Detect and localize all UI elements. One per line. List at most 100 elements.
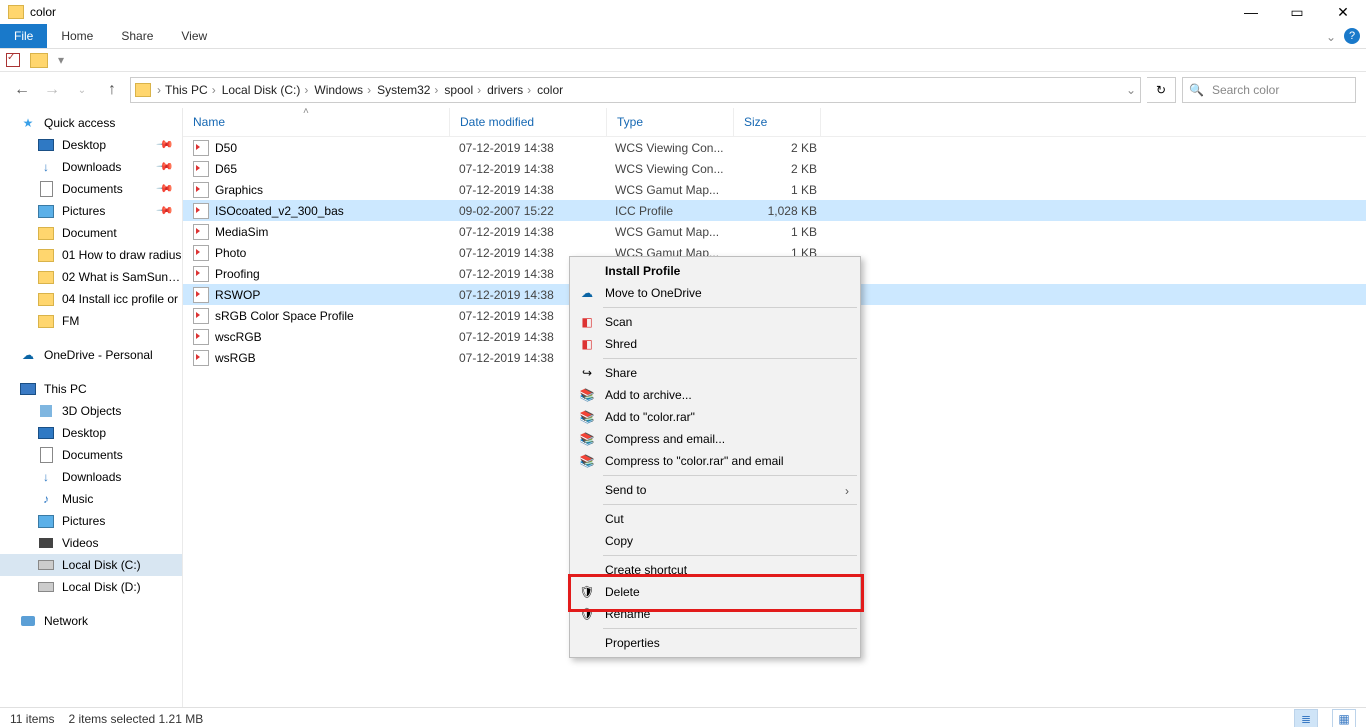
submenu-arrow-icon: ›: [845, 484, 849, 498]
folder-icon: [38, 225, 54, 241]
col-type[interactable]: Type: [607, 108, 734, 136]
search-input[interactable]: [1210, 82, 1349, 98]
nav-folder-fm[interactable]: FM: [0, 310, 182, 332]
file-row[interactable]: D6507-12-2019 14:38WCS Viewing Con...2 K…: [183, 158, 1366, 179]
search-box[interactable]: 🔍: [1182, 77, 1356, 103]
nav-downloads-pc[interactable]: Downloads: [0, 466, 182, 488]
nav-network[interactable]: Network: [0, 610, 182, 632]
breadcrumb-item[interactable]: This PC›: [163, 83, 218, 97]
qat-newfolder-icon[interactable]: [30, 53, 48, 68]
archive-icon: 📚: [579, 453, 595, 469]
nav-folder-document[interactable]: Document: [0, 222, 182, 244]
address-dropdown-icon[interactable]: ⌄: [1126, 83, 1136, 97]
col-name[interactable]: Name˄: [183, 108, 450, 136]
view-large-icons-button[interactable]: ▦: [1332, 709, 1356, 727]
nav-cdrive[interactable]: Local Disk (C:): [0, 554, 182, 576]
ctx-compress-colorrar-email[interactable]: 📚Compress to "color.rar" and email: [571, 450, 859, 472]
col-date[interactable]: Date modified: [450, 108, 607, 136]
file-icon: [193, 287, 209, 303]
shield-icon: ◧: [579, 336, 595, 352]
star-icon: [20, 115, 36, 131]
ctx-properties[interactable]: Properties: [571, 632, 859, 654]
tab-home[interactable]: Home: [47, 24, 107, 48]
minimize-button[interactable]: —: [1228, 0, 1274, 24]
ctx-move-onedrive[interactable]: ☁Move to OneDrive: [571, 282, 859, 304]
qat-properties-icon[interactable]: [6, 53, 20, 67]
file-type: ICC Profile: [605, 204, 731, 218]
file-name: Proofing: [215, 267, 260, 281]
nav-documents[interactable]: Documents📌: [0, 178, 182, 200]
breadcrumb-item[interactable]: drivers›: [485, 83, 533, 97]
ctx-add-archive[interactable]: 📚Add to archive...: [571, 384, 859, 406]
close-button[interactable]: ✕: [1320, 0, 1366, 24]
nav-folder-02[interactable]: 02 What is SamSung c: [0, 266, 182, 288]
nav-recent-dropdown[interactable]: ⌄: [70, 78, 94, 102]
drive-icon: [38, 557, 54, 573]
ctx-shred[interactable]: ◧Shred: [571, 333, 859, 355]
address-chevron-icon[interactable]: ›: [157, 83, 161, 97]
file-row[interactable]: D5007-12-2019 14:38WCS Viewing Con...2 K…: [183, 137, 1366, 158]
ctx-scan[interactable]: ◧Scan: [571, 311, 859, 333]
nav-folder-01[interactable]: 01 How to draw radius: [0, 244, 182, 266]
nav-quick-access[interactable]: Quick access: [0, 112, 182, 134]
col-size[interactable]: Size: [734, 108, 821, 136]
file-icon: [193, 350, 209, 366]
nav-desktop[interactable]: Desktop📌: [0, 134, 182, 156]
view-details-button[interactable]: ≣: [1294, 709, 1318, 727]
breadcrumb-item[interactable]: spool›: [442, 83, 483, 97]
ctx-cut[interactable]: Cut: [571, 508, 859, 530]
tab-share[interactable]: Share: [107, 24, 167, 48]
nav-forward-button[interactable]: →: [40, 78, 64, 102]
pictures-icon: [38, 203, 54, 219]
file-row[interactable]: MediaSim07-12-2019 14:38WCS Gamut Map...…: [183, 221, 1366, 242]
address-bar[interactable]: › This PC› Local Disk (C:)› Windows› Sys…: [130, 77, 1141, 103]
tab-file[interactable]: File: [0, 24, 47, 48]
drive-icon: [38, 579, 54, 595]
archive-icon: 📚: [579, 431, 595, 447]
nav-pictures-pc[interactable]: Pictures: [0, 510, 182, 532]
nav-folder-04[interactable]: 04 Install icc profile or: [0, 288, 182, 310]
folder-icon: [38, 269, 54, 285]
ctx-add-colorrar[interactable]: 📚Add to "color.rar": [571, 406, 859, 428]
tab-view[interactable]: View: [167, 24, 221, 48]
maximize-button[interactable]: ▭: [1274, 0, 1320, 24]
ctx-delete[interactable]: 🛡Delete: [571, 581, 859, 603]
file-name: ISOcoated_v2_300_bas: [215, 204, 344, 218]
ctx-rename[interactable]: 🛡Rename: [571, 603, 859, 625]
nav-pictures[interactable]: Pictures📌: [0, 200, 182, 222]
ctx-create-shortcut[interactable]: Create shortcut: [571, 559, 859, 581]
qat-dropdown-icon[interactable]: ▾: [58, 53, 64, 67]
ctx-compress-email[interactable]: 📚Compress and email...: [571, 428, 859, 450]
file-row[interactable]: Graphics07-12-2019 14:38WCS Gamut Map...…: [183, 179, 1366, 200]
breadcrumb-item[interactable]: Local Disk (C:)›: [220, 83, 311, 97]
file-row[interactable]: ISOcoated_v2_300_bas 09-02-2007 15:22ICC …: [183, 200, 1366, 221]
ctx-sendto[interactable]: Send to›: [571, 479, 859, 501]
file-date: 09-02-2007 15:22: [449, 204, 605, 218]
column-headers: Name˄ Date modified Type Size: [183, 108, 1366, 137]
nav-up-button[interactable]: ↑: [100, 78, 124, 102]
nav-thispc[interactable]: This PC: [0, 378, 182, 400]
breadcrumb-item[interactable]: Windows›: [312, 83, 373, 97]
file-list: Name˄ Date modified Type Size D5007-12-2…: [183, 108, 1366, 707]
nav-documents-pc[interactable]: Documents: [0, 444, 182, 466]
refresh-button[interactable]: ↻: [1147, 77, 1176, 103]
window-folder-icon: [8, 5, 24, 19]
ribbon-collapse-icon[interactable]: ⌄: [1326, 30, 1336, 44]
nav-back-button[interactable]: ←: [10, 78, 34, 102]
search-icon: 🔍: [1189, 83, 1204, 97]
ctx-share[interactable]: ↪Share: [571, 362, 859, 384]
nav-3dobjects[interactable]: 3D Objects: [0, 400, 182, 422]
breadcrumb-item[interactable]: System32›: [375, 83, 440, 97]
breadcrumb-item[interactable]: color: [535, 83, 565, 97]
help-icon[interactable]: ?: [1344, 28, 1360, 44]
nav-music[interactable]: Music: [0, 488, 182, 510]
file-icon: [193, 203, 209, 219]
nav-desktop-pc[interactable]: Desktop: [0, 422, 182, 444]
nav-videos[interactable]: Videos: [0, 532, 182, 554]
ctx-install-profile[interactable]: Install Profile: [571, 260, 859, 282]
downloads-icon: [38, 469, 54, 485]
nav-ddrive[interactable]: Local Disk (D:): [0, 576, 182, 598]
nav-downloads[interactable]: Downloads📌: [0, 156, 182, 178]
ctx-copy[interactable]: Copy: [571, 530, 859, 552]
nav-onedrive[interactable]: OneDrive - Personal: [0, 344, 182, 366]
